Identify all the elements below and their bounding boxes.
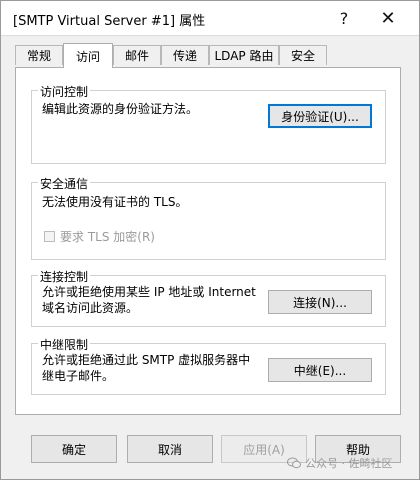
tls-description: 无法使用没有证书的 TLS。 <box>42 195 188 209</box>
group-title-connection-control: 连接控制 <box>38 268 91 285</box>
group-title-secure-communication: 安全通信 <box>38 175 91 192</box>
group-relay-restrictions: 中继限制 允许或拒绝通过此 SMTP 虚拟服务器中 继电子邮件。 中继(E)..… <box>31 336 386 395</box>
close-button[interactable]: ✕ <box>365 1 411 35</box>
group-title-access-control: 访问控制 <box>38 83 91 100</box>
relay-description-line2: 继电子邮件。 <box>42 369 115 383</box>
access-control-description: 编辑此资源的身份验证方法。 <box>42 102 199 116</box>
tab-ldap-routing[interactable]: LDAP 路由 <box>209 45 279 65</box>
group-access-control: 访问控制 编辑此资源的身份验证方法。 身份验证(U)... <box>31 83 386 164</box>
wechat-icon <box>287 457 301 469</box>
connection-button[interactable]: 连接(N)... <box>268 290 372 314</box>
tab-access[interactable]: 访问 <box>63 43 113 68</box>
tab-panel-access: 访问控制 编辑此资源的身份验证方法。 身份验证(U)... 安全通信 无法使用没… <box>15 67 401 415</box>
watermark: 公众号 · 佐畸社区 <box>287 455 393 471</box>
connection-description-line2: 域名访问此资源。 <box>42 301 139 315</box>
cancel-button[interactable]: 取消 <box>127 435 213 463</box>
ok-button[interactable]: 确定 <box>31 435 117 463</box>
title-bar[interactable]: [SMTP Virtual Server #1] 属性 ? ✕ <box>1 1 419 36</box>
tab-delivery[interactable]: 传递 <box>161 45 209 65</box>
tab-general[interactable]: 常规 <box>15 45 63 65</box>
require-tls-label: 要求 TLS 加密(R) <box>60 230 155 244</box>
require-tls-checkbox[interactable] <box>44 231 55 242</box>
window-title: [SMTP Virtual Server #1] 属性 <box>13 14 206 29</box>
group-connection-control: 连接控制 允许或拒绝使用某些 IP 地址或 Internet 域名访问此资源。 … <box>31 268 386 327</box>
tab-messages[interactable]: 邮件 <box>113 45 161 65</box>
connection-description-line1: 允许或拒绝使用某些 IP 地址或 Internet <box>42 285 256 299</box>
require-tls-checkbox-row[interactable]: 要求 TLS 加密(R) <box>44 228 155 245</box>
group-secure-communication: 安全通信 无法使用没有证书的 TLS。 要求 TLS 加密(R) <box>31 175 386 260</box>
help-button[interactable]: ? <box>321 1 367 35</box>
authentication-button[interactable]: 身份验证(U)... <box>268 104 372 128</box>
watermark-text: 公众号 · 佐畸社区 <box>305 457 393 470</box>
properties-dialog: [SMTP Virtual Server #1] 属性 ? ✕ 常规 访问 邮件… <box>0 0 420 480</box>
group-title-relay-restrictions: 中继限制 <box>38 336 91 353</box>
tab-security[interactable]: 安全 <box>279 45 327 65</box>
relay-button[interactable]: 中继(E)... <box>268 358 372 382</box>
relay-description-line1: 允许或拒绝通过此 SMTP 虚拟服务器中 <box>42 353 251 367</box>
